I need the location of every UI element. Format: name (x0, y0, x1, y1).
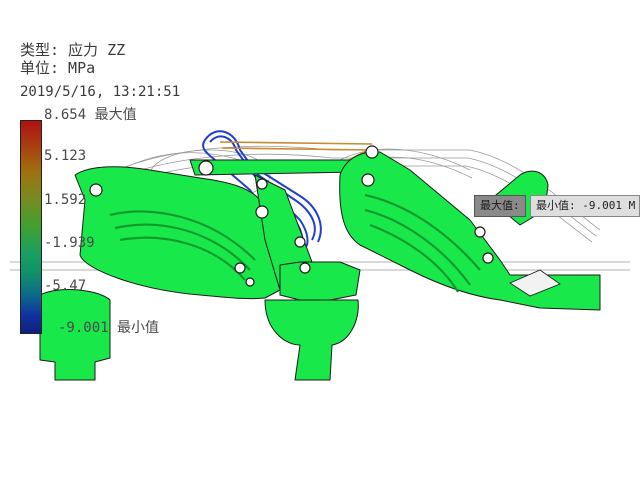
legend-tick-3: -1.939 (44, 235, 95, 251)
result-timestamp: 2019/5/16, 13:21:51 (20, 84, 181, 100)
legend-tick-2: 1.592 (44, 192, 87, 208)
result-unit-label: 单位: MPa (20, 59, 96, 77)
max-value-probe[interactable]: 最大值: (474, 195, 526, 217)
model-green-parts[interactable] (39, 151, 601, 381)
legend-tick-4: -5.47 (44, 278, 87, 294)
min-value-probe[interactable]: 最小值: -9.001 M (530, 195, 640, 217)
legend-tick-1: 5.123 (44, 148, 87, 164)
stress-color-scale (20, 120, 42, 334)
legend-max-label: 8.654 最大值 (44, 107, 137, 123)
model-viewport[interactable] (0, 0, 640, 480)
legend-min-label: -9.001 最小值 (58, 320, 160, 336)
result-type-label: 类型: 应力 ZZ (20, 41, 126, 59)
